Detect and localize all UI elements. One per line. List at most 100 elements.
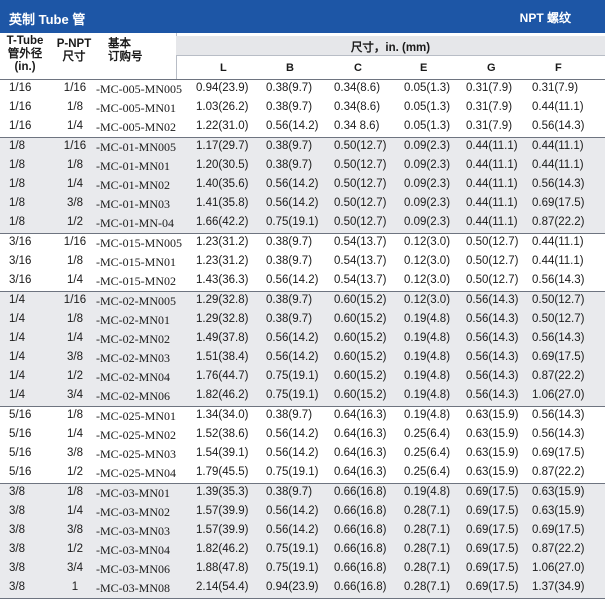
tube-od-cell: 1/16 [9, 82, 32, 94]
dim-L-cell: 1.17(29.7) [196, 140, 249, 152]
dim-G-cell: 0.69(17.5) [466, 543, 519, 555]
table-row: 1/8 1/8 -MC-01-MN01 1.20(30.5) 0.38(9.7) 0.50… [0, 157, 605, 176]
tube-od-cell: 1/8 [9, 178, 25, 190]
dim-F-cell: 0.50(12.7) [532, 313, 585, 325]
header-order-number: 基本 订购号 [108, 38, 143, 63]
order-number-cell: -MC-02-MN04 [96, 370, 170, 384]
order-number-cell: -MC-025-MN02 [96, 428, 176, 442]
dim-E-cell: 0.09(2.3) [404, 159, 451, 171]
dim-F-cell: 0.56(14.3) [532, 274, 585, 286]
npt-size-cell: 1/4 [67, 428, 83, 440]
dim-B-cell: 0.56(14.2) [266, 178, 319, 190]
dim-B-cell: 0.38(9.7) [266, 140, 313, 152]
dim-C-cell: 0.54(13.7) [334, 236, 387, 248]
npt-size-cell: 1/4 [67, 332, 83, 344]
dim-F-cell: 0.44(11.1) [532, 140, 584, 152]
dimension-columns: L B C E G F [176, 56, 605, 78]
npt-size-cell: 3/8 [67, 524, 83, 536]
dim-B-cell: 0.75(19.1) [266, 543, 319, 555]
dim-G-cell: 0.50(12.7) [466, 255, 519, 267]
npt-size-cell: 1/2 [67, 216, 83, 228]
dim-C-cell: 0.66(16.8) [334, 524, 387, 536]
dim-F-cell: 0.69(17.5) [532, 447, 585, 459]
dim-C-cell: 0.50(12.7) [334, 140, 387, 152]
dim-F-cell: 0.31(7.9) [532, 82, 579, 94]
dim-E-cell: 0.28(7.1) [404, 562, 451, 574]
dim-C-cell: 0.34(8.6) [334, 82, 381, 94]
dim-G-cell: 0.44(11.1) [466, 216, 518, 228]
dim-G-cell: 0.56(14.3) [466, 389, 519, 401]
dim-F-cell: 0.87(22.2) [532, 216, 585, 228]
order-number-cell: -MC-02-MN005 [96, 294, 176, 308]
header-dimensions: 尺寸，in. (mm) [176, 36, 605, 56]
dim-L-cell: 1.76(44.7) [196, 370, 249, 382]
table-row: 3/8 1/8 -MC-03-MN01 1.39(35.3) 0.38(9.7) 0.66… [0, 484, 605, 503]
dim-C-cell: 0.66(16.8) [334, 505, 387, 517]
dim-C-cell: 0.64(16.3) [334, 466, 387, 478]
row-group: 3/16 1/16 -MC-015-MN005 1.23(31.2) 0.38(9.7)… [0, 234, 605, 292]
dim-B-cell: 0.56(14.2) [266, 197, 319, 209]
row-group: 1/8 1/16 -MC-01-MN005 1.17(29.7) 0.38(9.7) 0.… [0, 138, 605, 234]
dim-E-cell: 0.09(2.3) [404, 197, 451, 209]
npt-size-cell: 3/4 [67, 389, 83, 401]
dim-E-cell: 0.19(4.8) [404, 370, 451, 382]
dim-F-cell: 0.44(11.1) [532, 159, 584, 171]
dim-E-cell: 0.12(3.0) [404, 255, 451, 267]
table-row: 3/8 1/4 -MC-03-MN02 1.57(39.9) 0.56(14.2) 0.6… [0, 503, 605, 522]
dim-B-cell: 0.38(9.7) [266, 159, 313, 171]
dim-F-cell: 0.69(17.5) [532, 197, 585, 209]
dim-C-cell: 0.60(15.2) [334, 389, 387, 401]
npt-size-cell: 1/4 [67, 505, 83, 517]
dim-B-cell: 0.56(14.2) [266, 351, 319, 363]
order-number-cell: -MC-01-MN01 [96, 159, 170, 173]
dim-G-cell: 0.69(17.5) [466, 524, 519, 536]
table-row: 3/8 3/8 -MC-03-MN03 1.57(39.9) 0.56(14.2) 0.6… [0, 522, 605, 541]
order-number-cell: -MC-015-MN02 [96, 274, 176, 288]
dim-E-cell: 0.12(3.0) [404, 294, 451, 306]
dim-E-cell: 0.19(4.8) [404, 332, 451, 344]
npt-size-cell: 1/4 [67, 274, 83, 286]
dim-B-cell: 0.38(9.7) [266, 409, 313, 421]
dim-B-cell: 0.56(14.2) [266, 447, 319, 459]
dim-F-cell: 0.87(22.2) [532, 370, 585, 382]
npt-size-cell: 1 [71, 581, 79, 593]
table-row: 3/8 1/2 -MC-03-MN04 1.82(46.2) 0.75(19.1) 0.6… [0, 541, 605, 560]
npt-size-cell: 1/4 [67, 178, 83, 190]
dim-G-cell: 0.63(15.9) [466, 466, 519, 478]
tube-od-cell: 3/16 [9, 274, 32, 286]
table-row: 1/8 3/8 -MC-01-MN03 1.41(35.8) 0.56(14.2) 0.5… [0, 195, 605, 214]
dim-G-cell: 0.44(11.1) [466, 159, 518, 171]
npt-size-cell: 3/4 [67, 562, 83, 574]
table-row: 1/4 1/8 -MC-02-MN01 1.29(32.8) 0.38(9.7) 0.60… [0, 311, 605, 330]
col-header-C: C [354, 62, 362, 74]
dim-F-cell: 0.44(11.1) [532, 236, 584, 248]
dim-C-cell: 0.66(16.8) [334, 486, 387, 498]
tube-od-cell: 5/16 [9, 428, 32, 440]
table-row: 5/16 1/2 -MC-025-MN04 1.79(45.5) 0.75(19.1) 0… [0, 464, 605, 483]
dim-C-cell: 0.66(16.8) [334, 562, 387, 574]
table-row: 5/16 3/8 -MC-025-MN03 1.54(39.1) 0.56(14.2) 0… [0, 445, 605, 464]
table-row: 1/4 3/4 -MC-02-MN06 1.82(46.2) 0.75(19.1) 0.6… [0, 387, 605, 406]
dim-F-cell: 1.06(27.0) [532, 389, 585, 401]
dim-L-cell: 1.57(39.9) [196, 524, 249, 536]
dim-C-cell: 0.50(12.7) [334, 159, 387, 171]
dim-C-cell: 0.60(15.2) [334, 370, 387, 382]
order-number-cell: -MC-03-MN06 [96, 562, 170, 576]
dim-E-cell: 0.25(6.4) [404, 447, 451, 459]
dim-L-cell: 1.54(39.1) [196, 447, 249, 459]
dim-L-cell: 1.66(42.2) [196, 216, 249, 228]
tube-od-cell: 1/4 [9, 389, 25, 401]
dim-L-cell: 1.88(47.8) [196, 562, 249, 574]
dim-B-cell: 0.56(14.2) [266, 505, 319, 517]
row-group: 1/16 1/16 -MC-005-MN005 0.94(23.9) 0.38(9.7)… [0, 80, 605, 138]
dim-C-cell: 0.50(12.7) [334, 178, 387, 190]
npt-size-cell: 1/2 [67, 466, 83, 478]
dim-C-cell: 0.64(16.3) [334, 428, 387, 440]
order-number-cell: -MC-03-MN04 [96, 543, 170, 557]
table-row: 3/16 1/16 -MC-015-MN005 1.23(31.2) 0.38(9.7)… [0, 234, 605, 253]
dim-L-cell: 1.52(38.6) [196, 428, 249, 440]
dim-B-cell: 0.38(9.7) [266, 101, 313, 113]
dim-G-cell: 0.63(15.9) [466, 428, 519, 440]
dim-E-cell: 0.19(4.8) [404, 351, 451, 363]
tube-od-cell: 3/8 [9, 486, 25, 498]
